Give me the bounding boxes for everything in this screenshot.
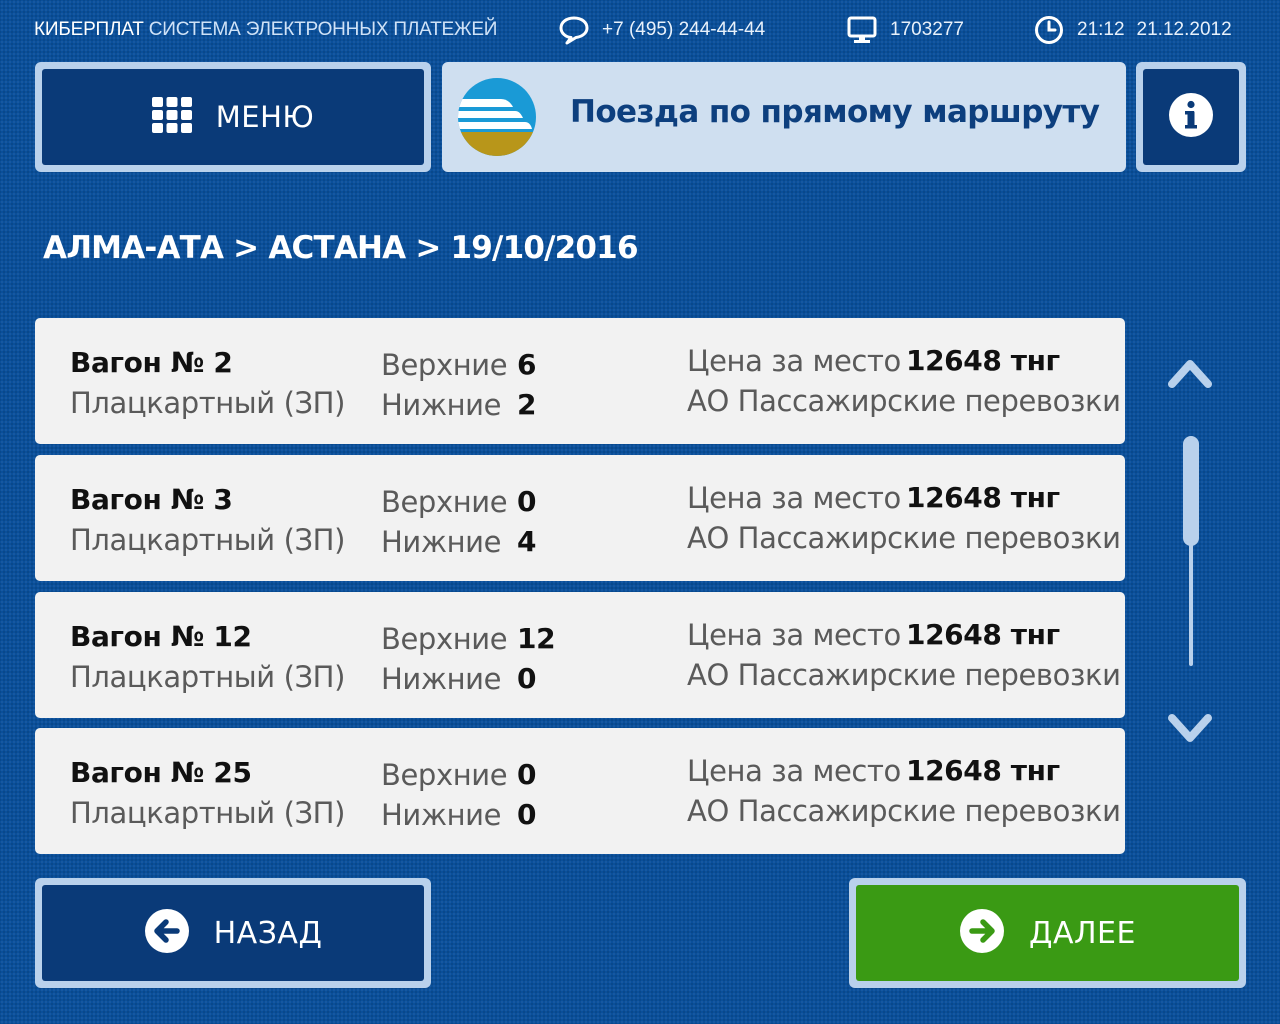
back-button-label: НАЗАД — [213, 915, 323, 951]
lower-seats-count: 2 — [517, 388, 537, 421]
wagon-number: Вагон № 12 — [70, 620, 252, 653]
chevron-down-icon — [1166, 714, 1214, 752]
seat-price: 12648 тнг — [906, 618, 1060, 651]
seat-price: 12648 тнг — [906, 754, 1060, 787]
wagon-type: Плацкартный (ЗП) — [70, 386, 345, 420]
upper-seats-count: 12 — [517, 622, 556, 655]
lower-seats-label: Нижние — [381, 798, 502, 832]
next-button-face[interactable]: ДАЛЕЕ — [856, 885, 1239, 981]
support-phone: +7 (495) 244-44-44 — [602, 19, 766, 40]
page-title: Поезда по прямому маршруту — [570, 94, 1100, 130]
info-icon — [1168, 92, 1214, 142]
carrier-name: АО Пассажирские перевозки — [687, 521, 1121, 555]
arrow-right-circle-icon — [959, 908, 1005, 958]
lower-seats-count: 0 — [517, 662, 537, 695]
lower-seats-label: Нижние — [381, 525, 502, 559]
next-button-label: ДАЛЕЕ — [1029, 915, 1136, 951]
grid-icon — [151, 97, 192, 137]
chevron-up-icon — [1166, 360, 1214, 394]
brand-subtitle: СИСТЕМА ЭЛЕКТРОННЫХ ПЛАТЕЖЕЙ — [148, 19, 498, 40]
wagon-card[interactable]: Вагон № 2 Плацкартный (ЗП) Верхние 6 Ниж… — [35, 318, 1125, 444]
upper-seats-count: 0 — [517, 758, 537, 791]
wagon-card[interactable]: Вагон № 25 Плацкартный (ЗП) Верхние 0 Ни… — [35, 728, 1125, 854]
upper-seats-label: Верхние — [381, 758, 508, 792]
menu-button-label: МЕНЮ — [215, 100, 315, 134]
upper-seats-count: 6 — [517, 348, 537, 381]
wagon-type: Плацкартный (ЗП) — [70, 523, 345, 557]
route-breadcrumb: АЛМА-АТА > АСТАНА > 19/10/2016 — [43, 230, 639, 266]
wagon-number: Вагон № 25 — [70, 756, 252, 789]
menu-button[interactable]: МЕНЮ — [35, 62, 431, 172]
monitor-icon — [846, 15, 878, 45]
price-label: Цена за место — [687, 481, 901, 515]
wagon-card[interactable]: Вагон № 12 Плацкартный (ЗП) Верхние 12 Н… — [35, 592, 1125, 718]
clock-icon — [1033, 14, 1065, 46]
next-button[interactable]: ДАЛЕЕ — [849, 878, 1246, 988]
wagon-number: Вагон № 2 — [70, 346, 233, 379]
back-button-face[interactable]: НАЗАД — [42, 885, 424, 981]
wagon-card[interactable]: Вагон № 3 Плацкартный (ЗП) Верхние 0 Ниж… — [35, 455, 1125, 581]
current-time: 21:12 — [1077, 19, 1125, 40]
carrier-name: АО Пассажирские перевозки — [687, 658, 1121, 692]
back-button[interactable]: НАЗАД — [35, 878, 431, 988]
scrollbar-thumb[interactable] — [1183, 436, 1199, 546]
seat-price: 12648 тнг — [906, 344, 1060, 377]
brand-bold: КИБЕРПЛАТ — [34, 19, 144, 40]
scroll-down-button[interactable] — [1166, 712, 1214, 752]
price-label: Цена за место — [687, 618, 901, 652]
datetime-info: 21:12 21.12.2012 — [1033, 14, 1232, 46]
top-status-bar: КИБЕРПЛАТ СИСТЕМА ЭЛЕКТРОННЫХ ПЛАТЕЖЕЙ +… — [0, 0, 1280, 60]
carrier-name: АО Пассажирские перевозки — [687, 794, 1121, 828]
lower-seats-count: 4 — [517, 525, 537, 558]
scroll-up-button[interactable] — [1166, 354, 1214, 394]
terminal-id: 1703277 — [890, 19, 964, 40]
price-label: Цена за место — [687, 754, 901, 788]
info-button[interactable] — [1136, 62, 1246, 172]
lower-seats-label: Нижние — [381, 388, 502, 422]
chat-icon — [558, 15, 590, 45]
lower-seats-count: 0 — [517, 798, 537, 831]
wagon-type: Плацкартный (ЗП) — [70, 796, 345, 830]
brand-name: КИБЕРПЛАТ СИСТЕМА ЭЛЕКТРОННЫХ ПЛАТЕЖЕЙ — [34, 19, 497, 41]
carrier-name: АО Пассажирские перевозки — [687, 384, 1121, 418]
arrow-left-circle-icon — [144, 908, 190, 958]
current-date: 21.12.2012 — [1136, 19, 1232, 40]
seat-price: 12648 тнг — [906, 481, 1060, 514]
price-label: Цена за место — [687, 344, 901, 378]
upper-seats-label: Верхние — [381, 622, 508, 656]
wagon-number: Вагон № 3 — [70, 483, 233, 516]
phone-info: +7 (495) 244-44-44 — [558, 14, 765, 46]
lower-seats-label: Нижние — [381, 662, 502, 696]
terminal-info: 1703277 — [846, 14, 964, 46]
info-button-face[interactable] — [1143, 69, 1239, 165]
menu-button-face[interactable]: МЕНЮ — [42, 69, 424, 165]
upper-seats-label: Верхние — [381, 348, 508, 382]
upper-seats-label: Верхние — [381, 485, 508, 519]
wagon-type: Плацкартный (ЗП) — [70, 660, 345, 694]
railway-logo — [457, 77, 537, 161]
upper-seats-count: 0 — [517, 485, 537, 518]
